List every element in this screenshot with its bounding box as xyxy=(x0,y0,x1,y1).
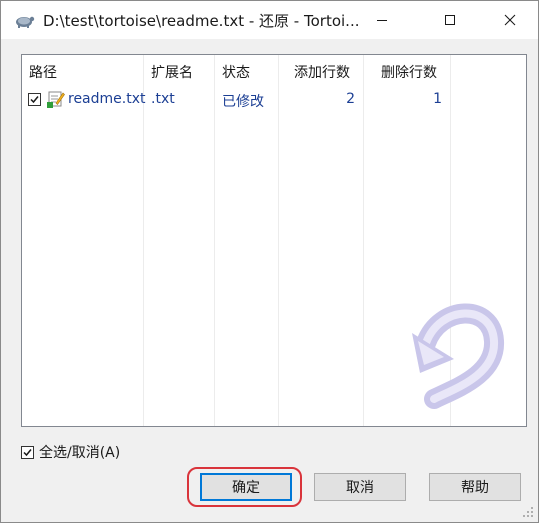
row-extension: .txt xyxy=(151,91,175,107)
column-separator xyxy=(278,55,279,426)
row-lines-added: 2 xyxy=(346,91,355,107)
minimize-button[interactable] xyxy=(359,1,405,39)
column-header-lines-deleted[interactable]: 删除行数 xyxy=(381,62,437,82)
minimize-icon xyxy=(377,20,387,21)
column-separator xyxy=(363,55,364,426)
row-status: 已修改 xyxy=(222,94,264,110)
ok-button[interactable]: 确定 xyxy=(200,473,292,501)
column-header-extension[interactable]: 扩展名 xyxy=(151,62,193,82)
row-checkbox[interactable] xyxy=(28,93,41,106)
column-separator xyxy=(214,55,215,426)
column-header-lines-added[interactable]: 添加行数 xyxy=(294,62,350,82)
maximize-button[interactable] xyxy=(427,1,473,39)
close-icon xyxy=(504,14,516,26)
close-button[interactable] xyxy=(487,1,533,39)
checkmark-icon xyxy=(23,448,32,456)
tortoise-icon xyxy=(16,16,35,28)
column-header-path[interactable]: 路径 xyxy=(29,62,57,82)
select-all-toggle[interactable]: 全选/取消(A) xyxy=(21,442,120,462)
help-button[interactable]: 帮助 xyxy=(429,473,521,501)
window-title: D:\test\tortoise\readme.txt - 还原 - Torto… xyxy=(43,12,360,30)
column-header-status[interactable]: 状态 xyxy=(222,62,250,82)
title-bar[interactable]: D:\test\tortoise\readme.txt - 还原 - Torto… xyxy=(1,1,538,39)
select-all-checkbox[interactable] xyxy=(21,445,34,459)
revert-arrow-icon xyxy=(412,303,504,409)
text-file-modified-icon xyxy=(47,91,65,108)
maximize-icon xyxy=(445,15,455,25)
select-all-label: 全选/取消(A) xyxy=(39,445,121,461)
revert-dialog: D:\test\tortoise\readme.txt - 还原 - Torto… xyxy=(0,0,539,523)
cancel-button[interactable]: 取消 xyxy=(314,473,406,501)
column-separator xyxy=(143,55,144,426)
resize-grip-icon[interactable] xyxy=(522,506,534,518)
file-list[interactable]: 路径 扩展名 状态 添加行数 删除行数 readme.txt .txt 已修改 … xyxy=(21,54,527,427)
row-lines-deleted: 1 xyxy=(433,91,442,107)
row-path: readme.txt xyxy=(68,91,146,107)
checkmark-icon xyxy=(30,96,39,104)
